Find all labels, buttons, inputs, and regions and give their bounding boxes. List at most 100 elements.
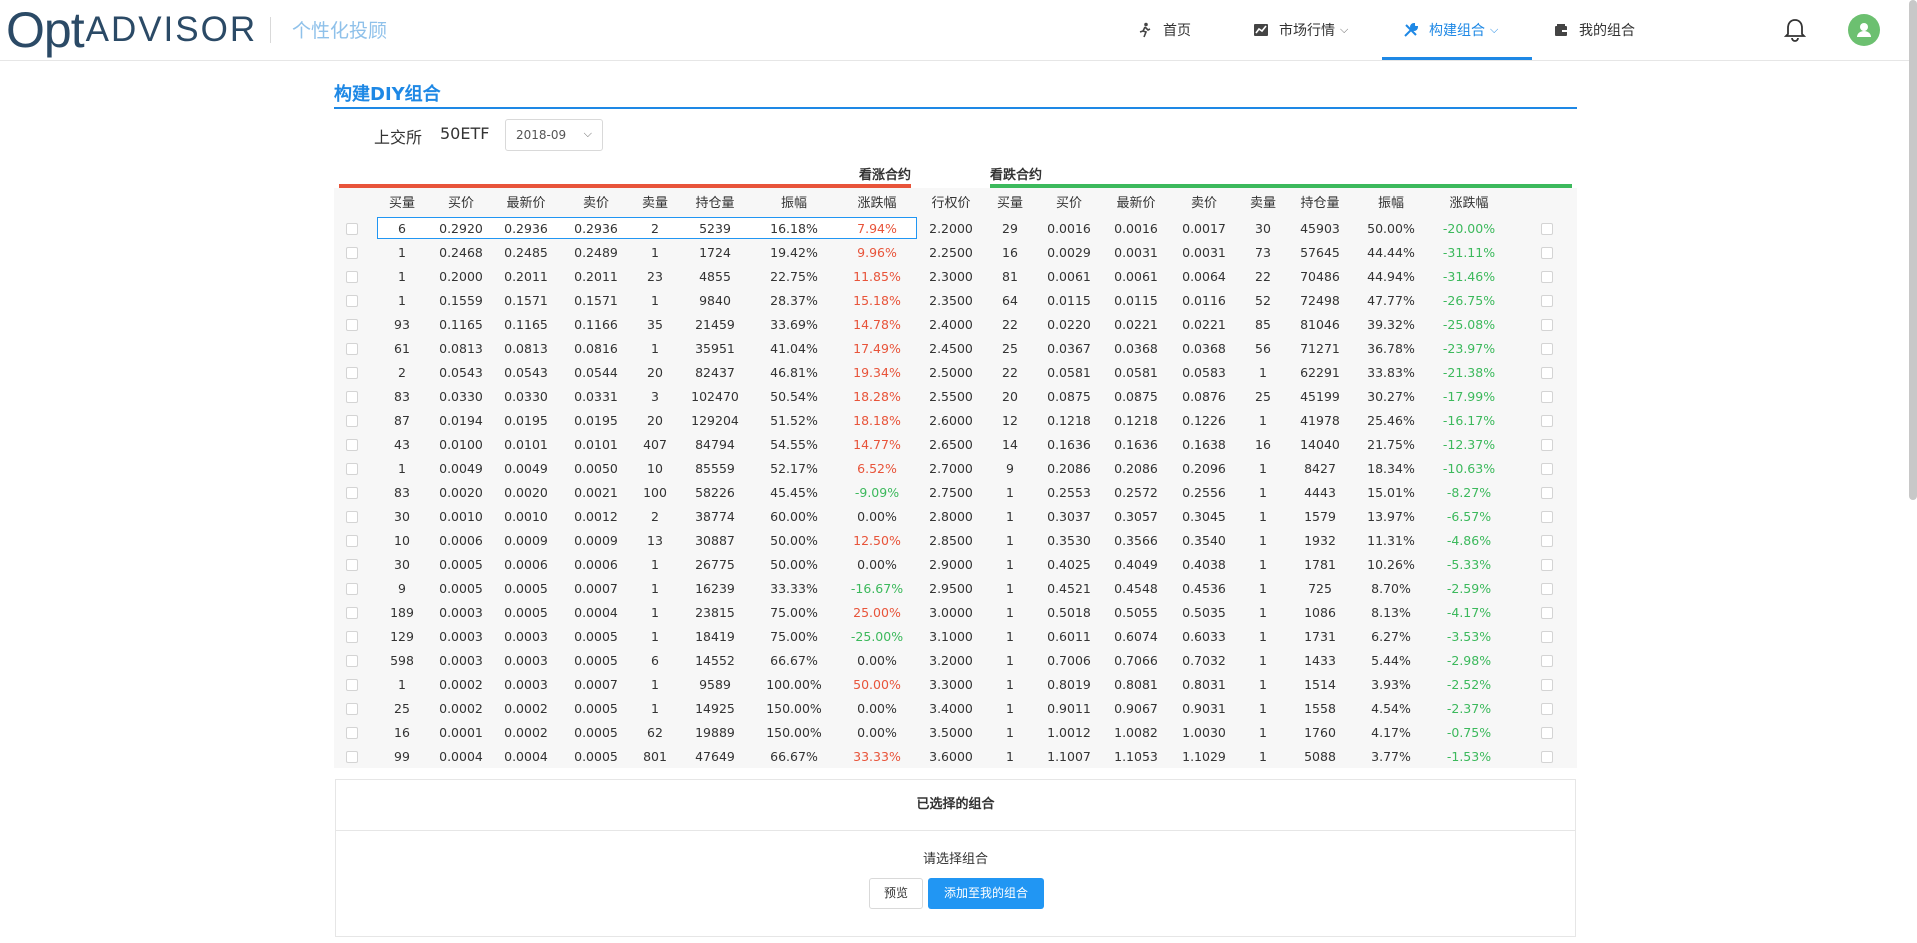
call-cell[interactable]: 0.0005 [491, 605, 561, 621]
call-cell[interactable]: 12.50% [842, 533, 912, 549]
put-cell[interactable]: -21.38% [1434, 365, 1504, 381]
call-cell[interactable]: 33.69% [759, 317, 829, 333]
put-cell[interactable]: 0.9067 [1101, 701, 1171, 717]
call-cell[interactable]: 4855 [680, 269, 750, 285]
put-cell[interactable]: 45199 [1285, 389, 1355, 405]
put-cell[interactable]: 4443 [1285, 485, 1355, 501]
put-cell[interactable]: 8.13% [1356, 605, 1426, 621]
put-cell[interactable]: 1.0082 [1101, 725, 1171, 741]
call-cell[interactable]: 129204 [680, 413, 750, 429]
call-cell[interactable]: 0.0003 [491, 677, 561, 693]
put-select-checkbox[interactable] [1541, 679, 1553, 691]
put-cell[interactable]: -12.37% [1434, 437, 1504, 453]
call-cell[interactable]: 0.1571 [491, 293, 561, 309]
call-column-header[interactable]: 涨跌幅 [842, 196, 912, 212]
call-cell[interactable]: 52.17% [759, 461, 829, 477]
call-cell[interactable]: 0.0003 [426, 653, 496, 669]
call-cell[interactable]: 26775 [680, 557, 750, 573]
put-cell[interactable]: 0.0029 [1034, 245, 1104, 261]
put-cell[interactable]: 3.77% [1356, 749, 1426, 765]
call-cell[interactable]: 50.54% [759, 389, 829, 405]
put-cell[interactable]: 4.54% [1356, 701, 1426, 717]
put-cell[interactable]: 0.3530 [1034, 533, 1104, 549]
put-cell[interactable]: 0.5055 [1101, 605, 1171, 621]
put-select-checkbox[interactable] [1541, 439, 1553, 451]
put-cell[interactable]: -4.86% [1434, 533, 1504, 549]
put-cell[interactable]: -23.97% [1434, 341, 1504, 357]
call-cell[interactable]: 82437 [680, 365, 750, 381]
put-cell[interactable]: 725 [1285, 581, 1355, 597]
put-cell[interactable]: 0.2086 [1101, 461, 1171, 477]
call-cell[interactable]: 50.00% [759, 557, 829, 573]
call-cell[interactable]: 66.67% [759, 653, 829, 669]
call-cell[interactable]: 0.0194 [426, 413, 496, 429]
put-select-checkbox[interactable] [1541, 271, 1553, 283]
call-cell[interactable]: 0.2485 [491, 245, 561, 261]
call-cell[interactable]: 0.0009 [491, 533, 561, 549]
put-cell[interactable]: 1086 [1285, 605, 1355, 621]
put-cell[interactable]: 0.1218 [1101, 413, 1171, 429]
put-cell[interactable]: 62291 [1285, 365, 1355, 381]
call-cell[interactable]: 84794 [680, 437, 750, 453]
call-select-checkbox[interactable] [346, 703, 358, 715]
put-cell[interactable]: 0.1636 [1034, 437, 1104, 453]
call-cell[interactable]: 11.85% [842, 269, 912, 285]
put-cell[interactable]: 0.0016 [1034, 221, 1104, 237]
put-cell[interactable]: -17.99% [1434, 389, 1504, 405]
call-cell[interactable]: 0.0813 [426, 341, 496, 357]
put-cell[interactable]: 0.4025 [1034, 557, 1104, 573]
call-select-checkbox[interactable] [346, 679, 358, 691]
put-select-checkbox[interactable] [1541, 535, 1553, 547]
call-cell[interactable]: 0.2936 [491, 221, 561, 237]
call-cell[interactable]: 17.49% [842, 341, 912, 357]
call-cell[interactable]: 0.0543 [491, 365, 561, 381]
call-cell[interactable]: 0.0543 [426, 365, 496, 381]
call-cell[interactable]: 0.1165 [491, 317, 561, 333]
put-cell[interactable]: -10.63% [1434, 461, 1504, 477]
call-cell[interactable]: 0.0006 [426, 533, 496, 549]
call-cell[interactable]: 19.34% [842, 365, 912, 381]
put-cell[interactable]: 0.0221 [1101, 317, 1171, 333]
call-cell[interactable]: 0.0010 [491, 509, 561, 525]
avatar[interactable] [1848, 14, 1880, 46]
nav-my-portfolio[interactable]: 我的组合 [1553, 0, 1635, 60]
call-cell[interactable]: 0.0330 [491, 389, 561, 405]
put-cell[interactable]: 25.46% [1356, 413, 1426, 429]
preview-button[interactable]: 预览 [869, 878, 923, 909]
call-cell[interactable]: 0.0020 [426, 485, 496, 501]
put-cell[interactable]: 0.0875 [1101, 389, 1171, 405]
put-select-checkbox[interactable] [1541, 559, 1553, 571]
call-column-header[interactable]: 持仓量 [680, 196, 750, 212]
call-cell[interactable]: 85559 [680, 461, 750, 477]
call-cell[interactable]: 9840 [680, 293, 750, 309]
logo[interactable]: Opt ADVISOR [6, 2, 257, 58]
put-cell[interactable]: 45903 [1285, 221, 1355, 237]
put-cell[interactable]: 0.1636 [1101, 437, 1171, 453]
put-column-header[interactable]: 买价 [1034, 196, 1104, 212]
call-cell[interactable]: 0.00% [842, 725, 912, 741]
put-cell[interactable]: 1781 [1285, 557, 1355, 573]
call-select-checkbox[interactable] [346, 463, 358, 475]
put-cell[interactable]: 0.0115 [1101, 293, 1171, 309]
put-cell[interactable]: 41978 [1285, 413, 1355, 429]
put-cell[interactable]: 8427 [1285, 461, 1355, 477]
call-cell[interactable]: 0.2011 [491, 269, 561, 285]
put-cell[interactable]: -20.00% [1434, 221, 1504, 237]
bell-icon[interactable] [1783, 18, 1807, 42]
put-cell[interactable]: 1433 [1285, 653, 1355, 669]
put-select-checkbox[interactable] [1541, 247, 1553, 259]
put-cell[interactable]: -3.53% [1434, 629, 1504, 645]
put-cell[interactable]: 0.0061 [1034, 269, 1104, 285]
nav-build-portfolio[interactable]: 构建组合 ⌵ [1403, 0, 1498, 60]
put-cell[interactable]: 4.17% [1356, 725, 1426, 741]
call-select-checkbox[interactable] [346, 319, 358, 331]
put-cell[interactable]: -26.75% [1434, 293, 1504, 309]
call-cell[interactable]: 14.78% [842, 317, 912, 333]
call-cell[interactable]: 6.52% [842, 461, 912, 477]
put-cell[interactable]: 33.83% [1356, 365, 1426, 381]
call-cell[interactable]: 0.0003 [426, 605, 496, 621]
call-cell[interactable]: 0.0005 [426, 581, 496, 597]
call-cell[interactable]: 0.0330 [426, 389, 496, 405]
put-cell[interactable]: 0.6074 [1101, 629, 1171, 645]
put-cell[interactable]: 72498 [1285, 293, 1355, 309]
